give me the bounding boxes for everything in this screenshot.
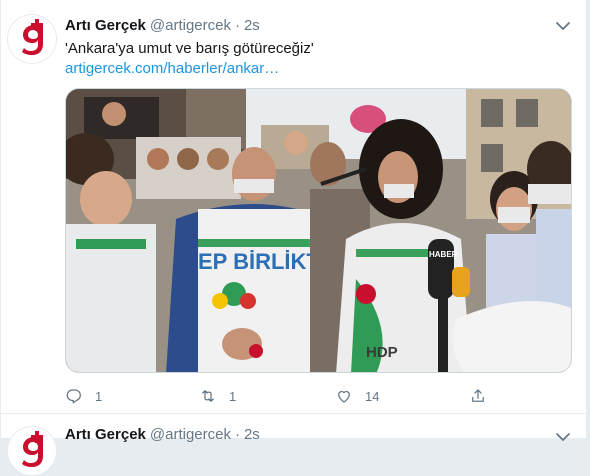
artigercek-logo-icon [9, 16, 55, 62]
avatar[interactable] [7, 14, 57, 64]
like-icon [338, 390, 350, 403]
artigercek-logo-icon [9, 428, 55, 474]
tweet-header: Artı Gerçek @artigercek · 2s [65, 425, 260, 445]
retweet-count: 1 [229, 388, 237, 404]
chevron-down-icon[interactable] [554, 17, 572, 35]
share-button[interactable] [469, 386, 487, 406]
separator: · [234, 426, 240, 443]
share-icon [472, 389, 484, 402]
mic-label: HABER [429, 250, 458, 259]
rally-photo: EP BİRLİKT HDP HABER [66, 89, 571, 372]
tweet-actions: 1 1 14 [65, 386, 545, 406]
like-button[interactable]: 14 [335, 386, 379, 406]
tweet[interactable]: Artı Gerçek @artigercek · 2s [1, 413, 586, 476]
like-count: 14 [365, 388, 380, 404]
tweet-photo[interactable]: EP BİRLİKT HDP HABER [65, 88, 572, 373]
chevron-down-icon[interactable] [554, 428, 572, 446]
banner-text: EP BİRLİKT [198, 249, 320, 274]
reply-count: 1 [95, 388, 103, 404]
tweet-header: Artı Gerçek @artigercek · 2s [65, 16, 260, 36]
author-handle[interactable]: @artigercek [150, 17, 231, 34]
tweet-time[interactable]: 2s [244, 426, 260, 443]
tweet-text: 'Ankara'ya umut ve barış götüreceğiz' [65, 40, 314, 57]
tweet-time[interactable]: 2s [244, 17, 260, 34]
reply-button[interactable]: 1 [65, 386, 102, 406]
avatar[interactable] [7, 426, 57, 476]
hdp-logo-text: HDP [366, 344, 398, 361]
tweet-link[interactable]: artigercek.com/haberler/ankar… [65, 59, 279, 79]
timeline: Artı Gerçek @artigercek · 2s 'Ankara'ya umu… [0, 0, 587, 476]
retweet-button[interactable]: 1 [199, 386, 236, 406]
separator: · [234, 17, 240, 34]
retweet-icon [202, 390, 214, 402]
tweet[interactable]: Artı Gerçek @artigercek · 2s 'Ankara'ya umu… [1, 0, 586, 412]
author-name[interactable]: Artı Gerçek [65, 17, 146, 34]
author-handle[interactable]: @artigercek [150, 426, 231, 443]
author-name[interactable]: Artı Gerçek [65, 426, 146, 443]
reply-icon [66, 389, 81, 404]
